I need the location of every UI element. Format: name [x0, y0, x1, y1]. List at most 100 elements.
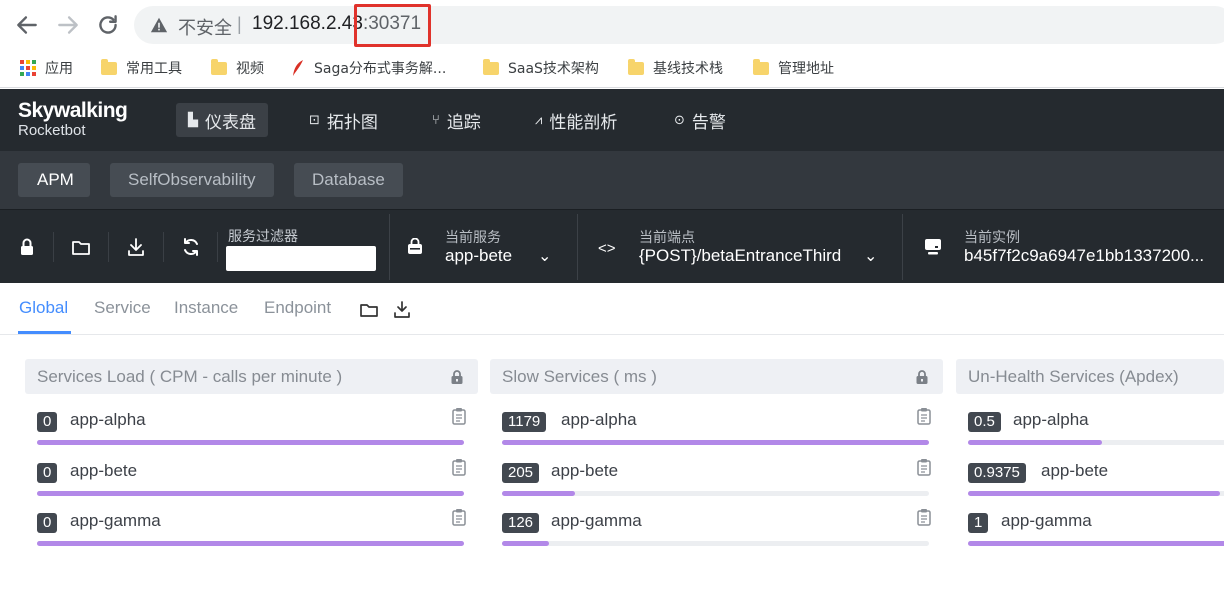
- bookmark-label: 应用: [45, 61, 73, 77]
- tab-service[interactable]: Service: [94, 298, 151, 318]
- value-badge: 126: [502, 513, 540, 533]
- bookmarks-bar: 应用 常用工具 视频 Saga分布式事务解... SaaS技术架构 基线技术栈 …: [0, 50, 1224, 88]
- nav-profile[interactable]: ⩘ 性能剖析: [523, 103, 629, 137]
- progress-track: [502, 541, 929, 546]
- service-name: app-bete: [70, 461, 138, 480]
- clipboard-icon[interactable]: [916, 407, 932, 425]
- warning-icon: [150, 17, 168, 33]
- back-icon[interactable]: [14, 12, 40, 38]
- bookmark-label: 视频: [236, 61, 264, 77]
- bookmark-tools[interactable]: 常用工具: [101, 58, 182, 78]
- layer-tabs: APM SelfObservability Database: [0, 151, 1224, 209]
- tab-selfobservability[interactable]: SelfObservability: [110, 163, 274, 197]
- progress-track: [37, 440, 464, 445]
- refresh-icon[interactable]: [180, 236, 202, 258]
- progress-fill: [968, 541, 1224, 546]
- clipboard-icon[interactable]: [916, 508, 932, 526]
- forward-icon[interactable]: [55, 12, 81, 38]
- bookmark-label: 基线技术栈: [653, 61, 723, 77]
- panel-title: Slow Services ( ms ): [502, 367, 657, 386]
- folder-icon: [628, 58, 644, 75]
- nav-alarm[interactable]: ⊙ 告警: [662, 103, 738, 137]
- metric-panel: Services Load ( CPM - calls per minute )…: [25, 359, 478, 589]
- progress-fill: [968, 491, 1220, 496]
- list-item: 0.5 app-alpha: [968, 406, 1224, 452]
- bookmark-admin[interactable]: 管理地址: [753, 58, 834, 78]
- value-badge: 0: [37, 412, 58, 432]
- folder-open-icon[interactable]: [70, 236, 92, 258]
- endpoint-select[interactable]: <> 当前端点 {POST}/betaEntranceThird ⌄: [578, 214, 900, 280]
- folder-icon: [753, 58, 769, 75]
- nav-trace[interactable]: ⑂ 追踪: [420, 103, 493, 137]
- progress-track: [502, 491, 929, 496]
- nav-label: 追踪: [446, 112, 481, 133]
- instance-select[interactable]: 当前实例 b45f7f2c9a6947e1bb1337200...: [903, 214, 1224, 280]
- address-bar[interactable]: 不安全 | 192.168.2.43:30371: [134, 6, 1224, 44]
- lock-icon[interactable]: [915, 369, 929, 385]
- tab-apm[interactable]: APM: [18, 163, 90, 197]
- reload-icon[interactable]: [95, 12, 121, 38]
- service-name: app-alpha: [561, 410, 637, 429]
- service-name: app-alpha: [70, 410, 146, 429]
- panel-title: Un-Health Services (Apdex): [968, 367, 1179, 386]
- tab-instance[interactable]: Instance: [174, 298, 238, 318]
- alarm-icon: ⊙: [674, 112, 685, 128]
- tab-database[interactable]: Database: [294, 163, 403, 197]
- bookmark-saas[interactable]: SaaS技术架构: [483, 58, 599, 78]
- profile-icon: ⩘: [535, 112, 543, 128]
- value-badge: 1: [968, 513, 989, 533]
- highlight-box: [354, 4, 431, 47]
- nav-label: 告警: [691, 112, 726, 133]
- lock-icon[interactable]: [16, 236, 38, 258]
- bookmark-apps[interactable]: 应用: [20, 58, 73, 78]
- nav-label: 拓扑图: [326, 112, 378, 133]
- feather-icon: [293, 60, 303, 76]
- logo: Skywalking Rocketbot: [18, 99, 128, 139]
- bookmark-baseline[interactable]: 基线技术栈: [628, 58, 723, 78]
- service-name: app-gamma: [1001, 511, 1092, 530]
- tab-endpoint[interactable]: Endpoint: [264, 298, 331, 318]
- lock-icon[interactable]: [450, 369, 464, 385]
- folder-open-icon[interactable]: [359, 300, 379, 320]
- nav-label: 性能剖析: [549, 112, 618, 133]
- service-filter-input[interactable]: [226, 246, 376, 271]
- panel-header: Un-Health Services (Apdex): [956, 359, 1224, 394]
- nav-dashboard[interactable]: ▙ 仪表盘: [176, 103, 268, 137]
- download-icon[interactable]: [392, 300, 412, 320]
- clipboard-icon[interactable]: [451, 407, 467, 425]
- code-icon: <>: [598, 240, 616, 257]
- trace-icon: ⑂: [432, 112, 440, 128]
- service-name: app-gamma: [551, 511, 642, 530]
- bookmark-saga[interactable]: Saga分布式事务解...: [291, 58, 446, 78]
- bookmark-label: SaaS技术架构: [508, 61, 599, 77]
- bookmark-label: 常用工具: [126, 61, 182, 77]
- tab-global[interactable]: Global: [19, 298, 68, 318]
- toolbar: 服务过滤器 当前服务 app-bete ⌄ <> 当前端点 {POST}/bet…: [0, 209, 1224, 283]
- service-select[interactable]: 当前服务 app-bete ⌄: [390, 214, 576, 280]
- progress-fill: [37, 491, 464, 496]
- download-icon[interactable]: [125, 236, 147, 258]
- clipboard-icon[interactable]: [916, 458, 932, 476]
- clipboard-icon[interactable]: [451, 508, 467, 526]
- bookmark-video[interactable]: 视频: [211, 58, 264, 78]
- chart-icon: ▙: [188, 112, 198, 128]
- current-service-label: 当前服务: [445, 230, 501, 246]
- list-item: 126 app-gamma: [502, 507, 942, 553]
- logo-title: Skywalking: [18, 99, 128, 122]
- dashboard-tabs: Global Service Instance Endpoint: [0, 283, 1224, 335]
- progress-track: [37, 541, 464, 546]
- bookmark-label: 管理地址: [778, 61, 834, 77]
- progress-track: [968, 440, 1224, 445]
- browser-toolbar: 不安全 | 192.168.2.43:30371: [0, 0, 1224, 50]
- folder-icon: [483, 58, 499, 75]
- logo-subtitle: Rocketbot: [18, 122, 86, 139]
- nav-topology[interactable]: ⊡ 拓扑图: [297, 103, 390, 137]
- bookmark-label: Saga分布式事务解...: [314, 61, 447, 77]
- service-name: app-bete: [1041, 461, 1109, 480]
- chevron-down-icon: ⌄: [538, 248, 552, 265]
- clipboard-icon[interactable]: [451, 458, 467, 476]
- progress-track: [37, 491, 464, 496]
- active-tab-underline: [18, 331, 71, 334]
- progress-fill: [502, 541, 549, 546]
- list-item: 0 app-bete: [37, 457, 477, 503]
